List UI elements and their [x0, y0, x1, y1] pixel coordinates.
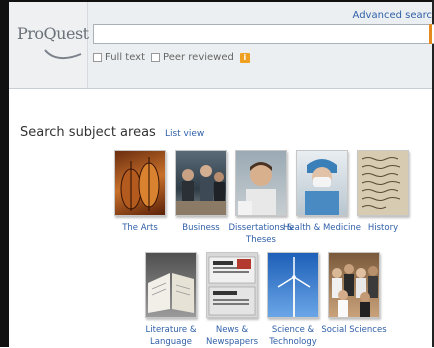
manuscript-image[interactable]	[357, 150, 409, 216]
student-image[interactable]	[235, 150, 287, 216]
subject-the-arts[interactable]: The Arts	[114, 150, 166, 233]
peer-reviewed-label: Peer reviewed	[163, 52, 234, 63]
window-frame-left	[0, 0, 9, 347]
info-icon[interactable]: i	[239, 52, 250, 63]
surgeon-image[interactable]	[296, 150, 348, 216]
full-text-checkbox[interactable]	[93, 53, 102, 62]
list-view-link[interactable]: List view	[165, 129, 204, 139]
advanced-search-link[interactable]: Advanced searc	[353, 10, 432, 21]
header-divider	[9, 88, 432, 89]
subject-literature-language[interactable]: Literature & Language	[145, 252, 197, 347]
subject-business[interactable]: Business	[175, 150, 227, 233]
search-header: ProQuest Advanced searc Full text Peer r…	[9, 2, 434, 89]
subject-areas-heading: Search subject areas List view	[20, 125, 204, 140]
peer-reviewed-option[interactable]: Peer reviewed	[151, 52, 234, 63]
logo-swoosh-icon	[44, 49, 82, 60]
crowd-image[interactable]	[328, 252, 380, 318]
wind-turbine-image[interactable]	[267, 252, 319, 318]
subject-label[interactable]: History	[343, 222, 423, 234]
subject-dissertations-theses[interactable]: Dissertations & Theses	[228, 150, 294, 245]
search-button[interactable]	[429, 24, 432, 44]
newspapers-image[interactable]	[206, 252, 258, 318]
meeting-image[interactable]	[175, 150, 227, 216]
subject-health-medicine[interactable]: Health & Medicine	[283, 150, 361, 233]
subject-history[interactable]: History	[357, 150, 409, 233]
subject-label[interactable]: Social Sciences	[314, 324, 394, 336]
full-text-label: Full text	[105, 52, 146, 63]
search-options: Full text Peer reviewed i	[93, 52, 250, 63]
subject-science-technology[interactable]: Science & Technology	[267, 252, 319, 347]
full-text-option[interactable]: Full text	[93, 52, 145, 63]
violins-image[interactable]	[114, 150, 166, 216]
peer-reviewed-checkbox[interactable]	[151, 53, 161, 62]
subject-social-sciences[interactable]: Social Sciences	[321, 252, 387, 335]
open-book-image[interactable]	[145, 252, 197, 318]
logo-text: ProQuest	[17, 24, 89, 43]
subject-news-newspapers[interactable]: News & Newspapers	[206, 252, 258, 347]
subject-areas-title: Search subject areas	[20, 125, 156, 140]
proquest-logo[interactable]: ProQuest	[9, 2, 89, 88]
search-input[interactable]	[93, 24, 434, 44]
